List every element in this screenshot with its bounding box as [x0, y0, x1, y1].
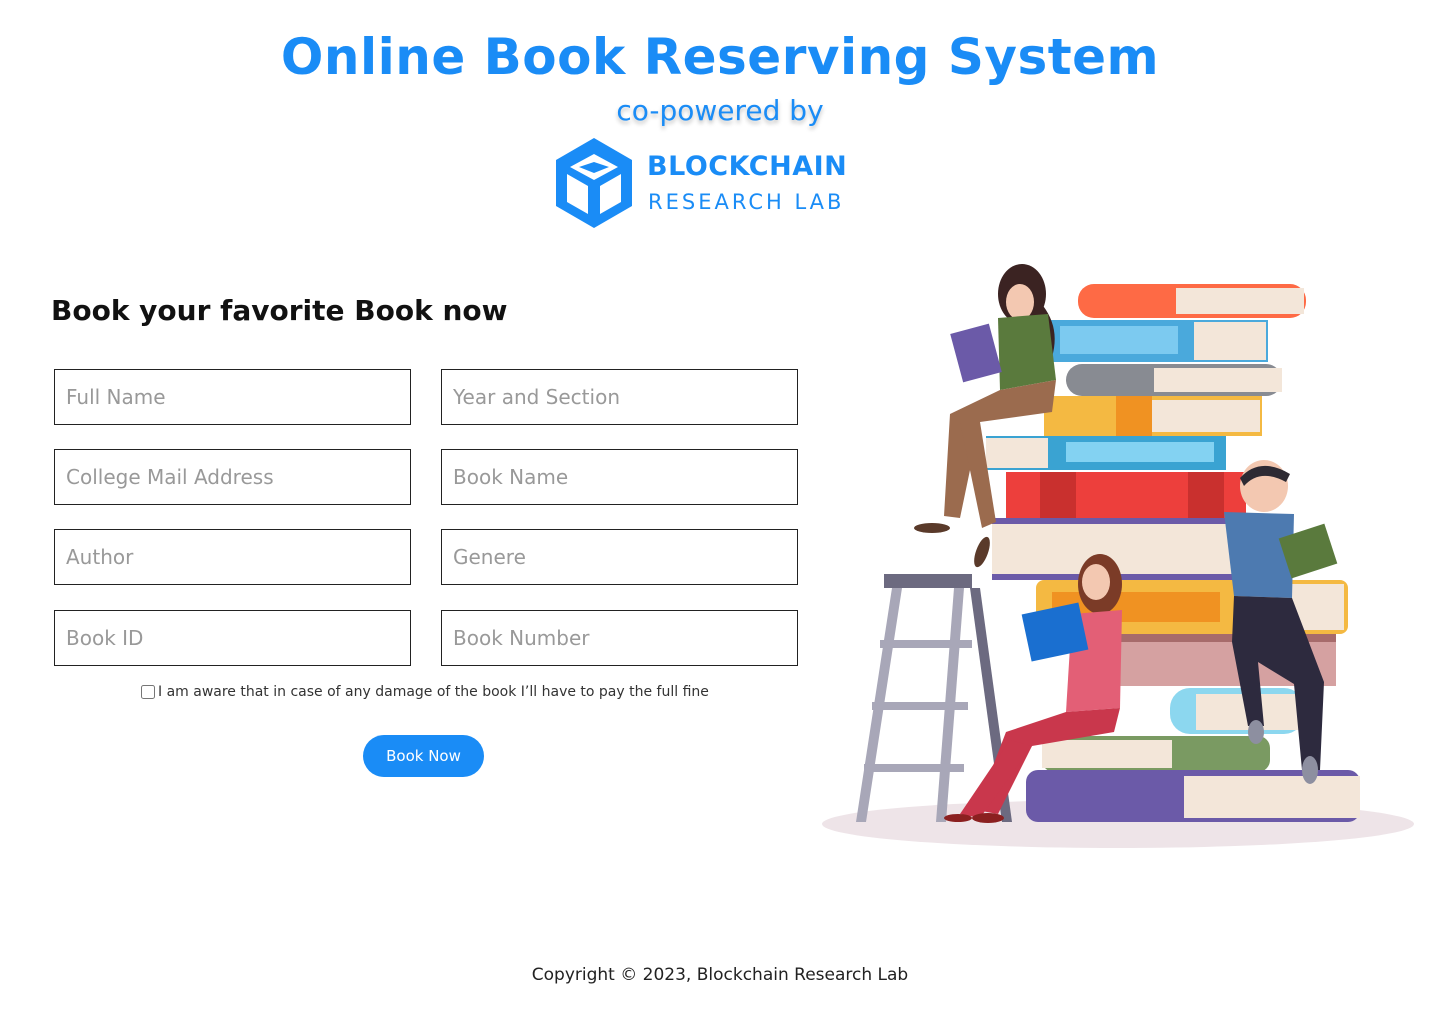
logo-text-research-lab: RESEARCH LAB [648, 190, 845, 214]
author-input[interactable] [54, 529, 411, 585]
damage-consent-label: I am aware that in case of any damage of… [158, 684, 709, 700]
cube-logo-icon [556, 138, 632, 228]
reading-books-illustration [822, 264, 1414, 848]
book-id-input[interactable] [54, 610, 411, 666]
book-name-input[interactable] [441, 449, 798, 505]
form-heading: Book your favorite Book now [51, 294, 508, 327]
book-number-input[interactable] [441, 610, 798, 666]
blockchain-research-lab-logo: BLOCKCHAIN RESEARCH LAB [553, 136, 863, 232]
page-title: Online Book Reserving System [280, 28, 1160, 86]
damage-consent-checkbox[interactable] [141, 685, 155, 699]
book-now-button[interactable]: Book Now [363, 735, 484, 777]
logo-text-blockchain: BLOCKCHAIN [647, 151, 848, 182]
footer-copyright: Copyright © 2023, Blockchain Research La… [531, 965, 909, 985]
genre-input[interactable] [441, 529, 798, 585]
year-section-input[interactable] [441, 369, 798, 425]
page-subtitle: co-powered by [616, 94, 824, 127]
full-name-input[interactable] [54, 369, 411, 425]
damage-consent[interactable]: I am aware that in case of any damage of… [141, 684, 709, 700]
college-mail-input[interactable] [54, 449, 411, 505]
